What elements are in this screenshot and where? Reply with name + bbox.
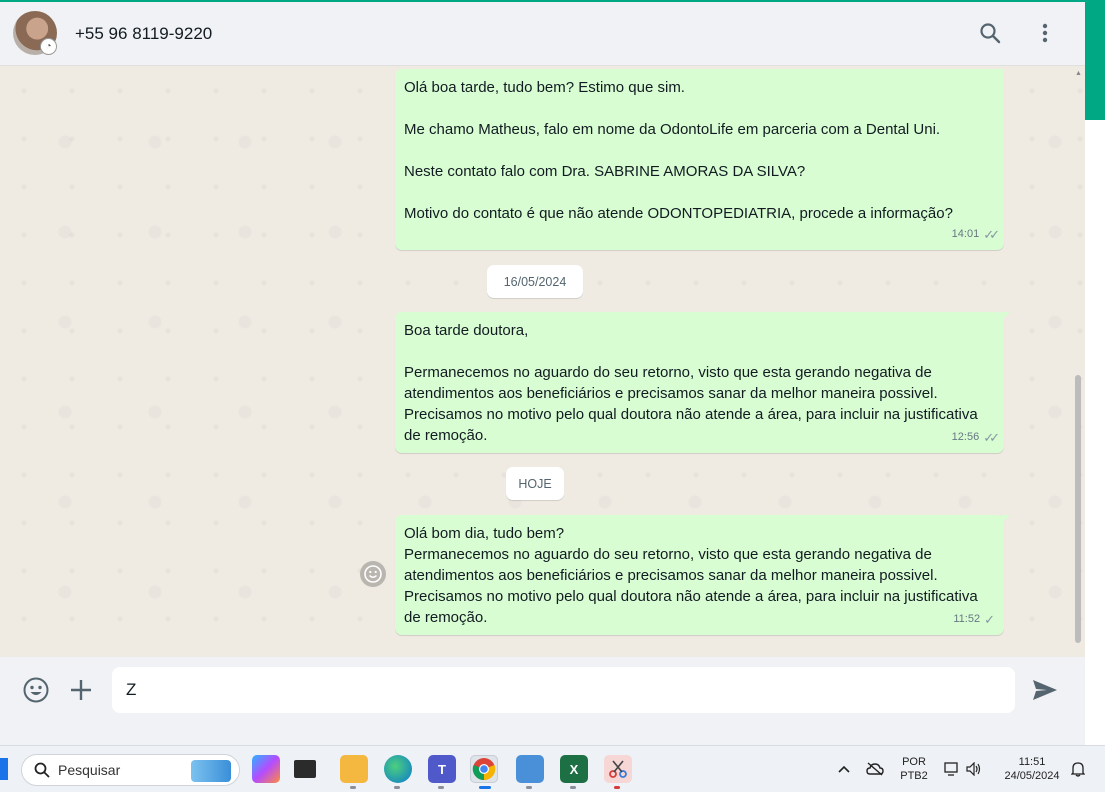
bubble-tail bbox=[1002, 312, 1010, 320]
date-chip: 16/05/2024 bbox=[487, 265, 583, 298]
chat-scrollbar[interactable] bbox=[1075, 375, 1081, 643]
notepad-icon[interactable] bbox=[516, 755, 544, 783]
message-text: Boa tarde doutora, Permanecemos no aguar… bbox=[404, 322, 978, 444]
notification-bell-icon[interactable] bbox=[1069, 760, 1087, 778]
clock-date: 24/05/2024 bbox=[1004, 770, 1060, 782]
message-bubble-outgoing[interactable]: Olá bom dia, tudo bem? Permanecemos no a… bbox=[395, 515, 1010, 635]
running-indicator bbox=[438, 786, 444, 789]
message-meta: 12:56 ✓✓ bbox=[951, 427, 1000, 448]
input-language[interactable]: POR PTB2 bbox=[898, 755, 930, 783]
message-input[interactable] bbox=[112, 667, 1015, 713]
taskbar-search[interactable]: Pesquisar bbox=[21, 754, 240, 786]
menu-kebab-icon[interactable] bbox=[1032, 20, 1058, 46]
scroll-up-arrow-icon[interactable]: ▲ bbox=[1075, 70, 1082, 77]
excel-icon[interactable]: X bbox=[560, 755, 588, 783]
chevron-up-icon[interactable] bbox=[835, 760, 853, 778]
send-icon[interactable] bbox=[1030, 675, 1060, 705]
search-highlight-image bbox=[191, 760, 231, 782]
volume-icon[interactable] bbox=[965, 760, 983, 778]
network-icon[interactable] bbox=[943, 760, 961, 778]
running-indicator bbox=[394, 786, 400, 789]
windows-taskbar: Pesquisar T X POR PTB2 11:51 24/05/2024 bbox=[0, 745, 1105, 792]
composer-bar bbox=[0, 657, 1085, 724]
task-view-icon[interactable] bbox=[294, 760, 316, 778]
message-meta: 11:52 ✓ bbox=[953, 609, 995, 630]
emoji-icon[interactable] bbox=[21, 675, 51, 705]
search-icon bbox=[34, 762, 50, 778]
message-time: 12:56 bbox=[951, 431, 980, 443]
start-button[interactable] bbox=[0, 758, 8, 780]
status-ring-icon: ◔ bbox=[40, 38, 57, 55]
background-accent bbox=[1085, 0, 1105, 120]
running-indicator bbox=[350, 786, 356, 789]
message-text: Olá bom dia, tudo bem? Permanecemos no a… bbox=[404, 525, 978, 626]
message-list[interactable]: Olá boa tarde, tudo bem? Estimo que sim.… bbox=[0, 67, 1085, 657]
message-bubble-outgoing[interactable]: Olá boa tarde, tudo bem? Estimo que sim.… bbox=[395, 69, 1004, 250]
background-window-edge bbox=[1085, 0, 1105, 745]
date-chip: HOJE bbox=[506, 467, 564, 500]
onedrive-offline-icon[interactable] bbox=[866, 760, 884, 778]
file-explorer-icon[interactable] bbox=[340, 755, 368, 783]
message-meta: 14:01 ✓✓ bbox=[951, 224, 1000, 245]
attach-plus-icon[interactable] bbox=[66, 675, 96, 705]
bubble-tail bbox=[1002, 515, 1010, 523]
running-indicator bbox=[614, 786, 620, 789]
running-indicator bbox=[570, 786, 576, 789]
double-check-icon: ✓✓ bbox=[983, 227, 1000, 242]
message-time: 14:01 bbox=[951, 228, 980, 240]
window-top-accent bbox=[0, 0, 1105, 2]
running-indicator bbox=[526, 786, 532, 789]
single-check-icon: ✓ bbox=[984, 612, 995, 627]
copilot-icon[interactable] bbox=[252, 755, 280, 783]
chrome-icon[interactable] bbox=[470, 755, 498, 783]
keyboard-layout: PTB2 bbox=[900, 770, 928, 782]
clock-time: 11:51 bbox=[1018, 756, 1046, 768]
contact-name[interactable]: +55 96 8119-9220 bbox=[75, 24, 212, 44]
message-text: Olá boa tarde, tudo bem? Estimo que sim.… bbox=[404, 79, 953, 222]
language-code: POR bbox=[902, 756, 926, 768]
chat-header: ◔ +55 96 8119-9220 bbox=[0, 2, 1085, 66]
message-time: 11:52 bbox=[953, 613, 981, 625]
search-label: Pesquisar bbox=[58, 762, 121, 778]
search-icon[interactable] bbox=[977, 20, 1003, 46]
message-bubble-outgoing[interactable]: Boa tarde doutora, Permanecemos no aguar… bbox=[395, 312, 1010, 453]
react-emoji-icon[interactable] bbox=[360, 561, 386, 587]
double-check-icon: ✓✓ bbox=[983, 430, 1000, 445]
whatsapp-window: ◔ +55 96 8119-9220 Olá boa tarde, tudo b… bbox=[0, 0, 1085, 724]
clock[interactable]: 11:51 24/05/2024 bbox=[996, 755, 1068, 783]
active-indicator bbox=[479, 786, 491, 789]
snipping-tool-icon[interactable] bbox=[604, 755, 632, 783]
edge-icon[interactable] bbox=[384, 755, 412, 783]
teams-icon[interactable]: T bbox=[428, 755, 456, 783]
